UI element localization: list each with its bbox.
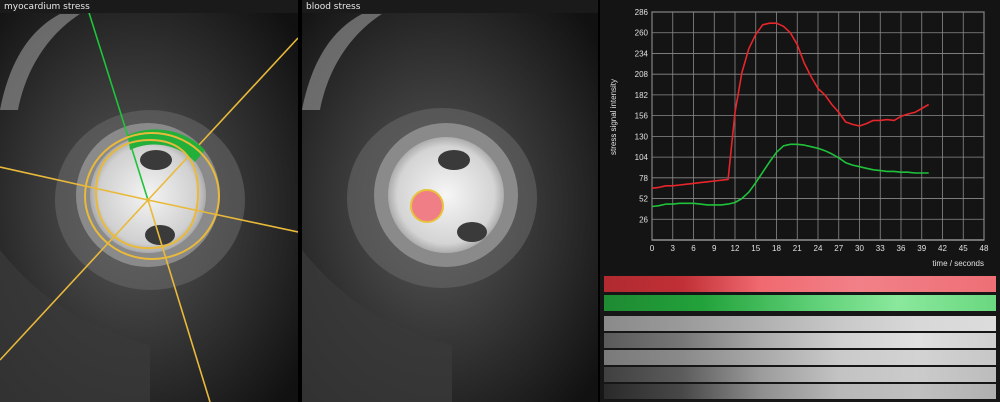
x-tick-label: 42	[938, 244, 947, 253]
x-tick-label: 24	[814, 244, 823, 253]
y-tick-label: 208	[635, 70, 649, 79]
x-axis-label: time / seconds	[932, 259, 984, 268]
y-axis-label: stress signal intensity	[609, 79, 618, 155]
x-tick-label: 21	[793, 244, 802, 253]
blood-enhancement-bar	[604, 276, 996, 292]
x-tick-label: 27	[834, 244, 843, 253]
papillary-muscle-bottom	[457, 222, 487, 242]
papillary-muscle-top	[140, 150, 172, 170]
y-tick-label: 78	[639, 174, 648, 183]
myocardium-enhancement-bar	[604, 295, 996, 311]
blood-panel-title: blood stress	[306, 2, 361, 12]
segment-strip	[604, 333, 996, 348]
center-point[interactable]	[146, 198, 150, 202]
x-tick-label: 48	[980, 244, 989, 253]
perfusion-viewer: myocardium stress blood stress 26 52 78 …	[0, 0, 1000, 402]
y-tick-label: 104	[635, 153, 649, 162]
blood-roi-marker[interactable]	[410, 189, 444, 223]
x-tick-label: 18	[772, 244, 781, 253]
myocardium-panel[interactable]: myocardium stress	[0, 0, 298, 402]
segment-strip	[604, 367, 996, 382]
x-tick-label: 45	[959, 244, 968, 253]
x-tick-label: 30	[855, 244, 864, 253]
y-tick-label: 182	[635, 91, 649, 100]
segment-strip	[604, 316, 996, 331]
myocardium-image[interactable]	[0, 0, 298, 402]
x-tick-label: 6	[691, 244, 696, 253]
x-tick-label: 3	[671, 244, 676, 253]
y-tick-label: 130	[635, 132, 649, 141]
x-tick-label: 36	[897, 244, 906, 253]
chart-background	[600, 0, 1000, 275]
y-tick-label: 52	[639, 195, 648, 204]
analysis-panel: 26 52 78 104 130 156 182 208 234 260 286 0 3 6 9 12 15 1…	[600, 0, 1000, 402]
x-tick-label: 39	[917, 244, 926, 253]
x-tick-label: 15	[751, 244, 760, 253]
segment-strip	[604, 384, 996, 399]
papillary-muscle-top	[438, 150, 470, 170]
x-tick-label: 33	[876, 244, 885, 253]
segment-strip	[604, 350, 996, 365]
y-tick-label: 26	[639, 215, 648, 224]
myocardium-panel-title: myocardium stress	[4, 2, 90, 12]
y-tick-label: 234	[635, 49, 649, 58]
signal-intensity-chart[interactable]: 265278104130156182208234260286 0 3 6 9 12 15 1…	[600, 0, 1000, 275]
blood-panel[interactable]: blood stress	[302, 0, 598, 402]
x-tick-label: 9	[712, 244, 717, 253]
papillary-muscle-bottom	[145, 225, 175, 245]
y-tick-label: 156	[635, 112, 649, 121]
blood-image[interactable]	[302, 0, 598, 402]
x-tick-label: 12	[731, 244, 740, 253]
y-tick-label: 286	[635, 8, 649, 17]
x-tick-label: 0	[650, 244, 655, 253]
y-tick-label: 260	[635, 29, 649, 38]
